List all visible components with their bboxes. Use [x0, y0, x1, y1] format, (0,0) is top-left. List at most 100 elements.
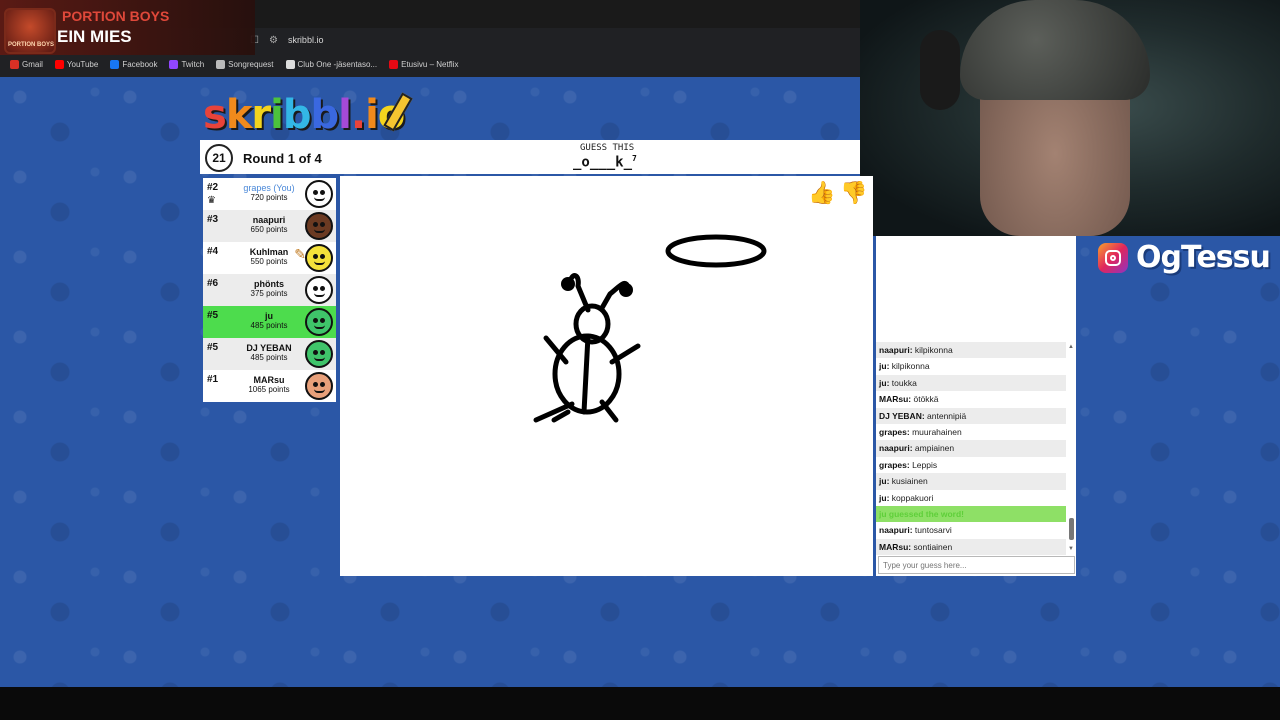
scroll-down-icon[interactable]: ▼: [1068, 546, 1074, 552]
player-rank: #6: [207, 278, 219, 289]
player-row[interactable]: #1 MARsu 1065 points: [203, 370, 336, 402]
player-rank: #5: [207, 310, 219, 321]
chat-author: ju: [879, 361, 887, 372]
vote-buttons: 👍 👎: [808, 178, 867, 208]
chat-message: ju: kusiainen: [876, 473, 1066, 490]
player-row[interactable]: #3 naapuri 650 points: [203, 210, 336, 242]
halo-stroke: [665, 234, 767, 268]
player-row[interactable]: #4 Kuhlman 550 points ✎: [203, 242, 336, 274]
chat-text: muurahainen: [912, 426, 962, 437]
player-name: phönts: [254, 279, 284, 289]
chat-message: ju: koppakuori: [879, 492, 934, 503]
bookmark-favicon-icon: [10, 59, 19, 69]
chat-author: grapes: [879, 459, 907, 470]
player-rank: #5: [207, 342, 219, 353]
player-name: grapes (You): [243, 183, 295, 193]
chat-message: naapuri: ampiainen: [876, 440, 1066, 457]
chat-message: naapuri: kilpikonna: [876, 342, 1066, 359]
chat-text: koppakuori: [891, 492, 934, 503]
player-avatar: [305, 308, 333, 336]
player-rank: #3: [207, 214, 219, 225]
player-points: 720 points: [250, 193, 288, 202]
chat-scrollbar[interactable]: ▲ ▼: [1068, 344, 1074, 552]
guess-input[interactable]: [878, 556, 1075, 574]
bookmark-favicon-icon: [389, 59, 399, 69]
screen: ☐ ⚙ skribbl.io Gmail YouTube Facebook Twitc…: [0, 0, 1280, 720]
player-rank: #4: [207, 246, 219, 257]
crown-icon: ♛: [207, 195, 216, 206]
player-name: ju: [265, 311, 273, 321]
player-row[interactable]: #6 phönts 375 points: [203, 274, 336, 306]
portion-boys-logo: PORTION BOYS: [4, 8, 56, 54]
overlay-subtitle: EIN MIES: [57, 27, 132, 46]
bookmark-label: Gmail: [22, 59, 43, 69]
chat-text: antennipiä: [927, 410, 967, 421]
drawing: [533, 234, 767, 423]
logo-letter: b: [282, 92, 312, 138]
chat-message: MARsu: ötökkä: [879, 394, 939, 405]
antenna-tip-right: [619, 283, 633, 297]
bookmarks-bar: Gmail YouTube Facebook Twitch Songrequest Clu…: [0, 55, 860, 73]
streamer-hair: [960, 0, 1150, 100]
chat-author: naapuri: [879, 345, 910, 355]
logo-letter: l: [338, 92, 352, 138]
bookmark-item[interactable]: Twitch: [169, 59, 205, 69]
bookmark-favicon-icon: [169, 59, 179, 69]
chat-messages: naapuri: kilpikonna ju: kilpikonna ju: tou…: [876, 342, 1066, 556]
thumbs-down-icon[interactable]: 👎: [840, 178, 867, 208]
instagram-tag: OgTessu: [1098, 240, 1271, 275]
chat-text: toukka: [891, 377, 917, 388]
scroll-thumb[interactable]: [1069, 518, 1074, 540]
chat-message: ju: kilpikonna: [879, 361, 930, 372]
chat-text: kilpikonna: [914, 345, 953, 355]
drawing-canvas[interactable]: [340, 176, 873, 576]
player-points: 375 points: [250, 289, 288, 298]
player-row[interactable]: #2 ♛ grapes (You) 720 points: [203, 178, 336, 210]
bookmark-label: Songrequest: [228, 59, 274, 69]
game-topbar: 21 Round 1 of 4 GUESS THIS _o___k_7: [200, 140, 860, 174]
player-points: 650 points: [250, 225, 288, 234]
player-list: #2 ♛ grapes (You) 720 points #3 naapuri 650 po…: [203, 178, 336, 402]
headphones: [920, 30, 960, 110]
player-row[interactable]: #5 ju 485 points: [203, 306, 336, 338]
chat-author: grapes: [879, 426, 907, 437]
bookmark-item[interactable]: Gmail: [10, 59, 43, 69]
scroll-up-icon[interactable]: ▲: [1068, 344, 1074, 350]
logo-letter: b: [310, 92, 340, 138]
site-info-icon[interactable]: ⚙: [269, 35, 278, 46]
player-rank: #2: [207, 182, 219, 193]
player-points: 485 points: [250, 321, 288, 330]
bookmark-item[interactable]: Etusivu – Netflix: [389, 59, 458, 69]
chat-text: ampiainen: [914, 443, 955, 454]
player-rank: #1: [207, 374, 219, 385]
bookmark-favicon-icon: [216, 59, 226, 69]
url-text[interactable]: skribbl.io: [288, 35, 324, 45]
bookmark-favicon-icon: [110, 59, 120, 69]
bookmark-item[interactable]: Songrequest: [216, 59, 274, 69]
chat-message: MARsu: sontiainen: [876, 538, 1066, 556]
bookmark-item[interactable]: YouTube: [54, 59, 99, 69]
bookmark-item[interactable]: Facebook: [110, 59, 157, 69]
bookmark-label: YouTube: [66, 59, 99, 69]
chat-text: sontiainen: [913, 541, 953, 552]
player-name: MARsu: [253, 375, 285, 385]
chat-author: MARsu: [879, 394, 909, 405]
logo-letter: k: [225, 92, 253, 138]
bookmark-item[interactable]: Club One -jäsentaso...: [285, 59, 378, 69]
guess-this-label: GUESS THIS: [580, 143, 635, 153]
chat-message: ju: toukka: [876, 374, 1066, 392]
bookmark-favicon-icon: [285, 59, 295, 69]
bookmark-favicon-icon: [54, 59, 64, 69]
bookmark-label: Twitch: [181, 59, 205, 69]
thumbs-up-icon[interactable]: 👍: [808, 178, 835, 208]
player-name: DJ YEBAN: [246, 343, 292, 353]
player-avatar: [305, 244, 333, 272]
player-row[interactable]: #5 DJ YEBAN 485 points: [203, 338, 336, 370]
chat-message: grapes: Leppis: [879, 459, 938, 470]
overlay-title: PORTION BOYS: [62, 8, 170, 24]
address-bar[interactable]: ☐ ⚙ skribbl.io: [250, 30, 860, 50]
bookmark-label: Club One -jäsentaso...: [297, 59, 378, 69]
chat-author: naapuri: [879, 443, 910, 454]
player-points: 1065 points: [248, 385, 290, 394]
chat-author: MARsu: [879, 541, 909, 552]
